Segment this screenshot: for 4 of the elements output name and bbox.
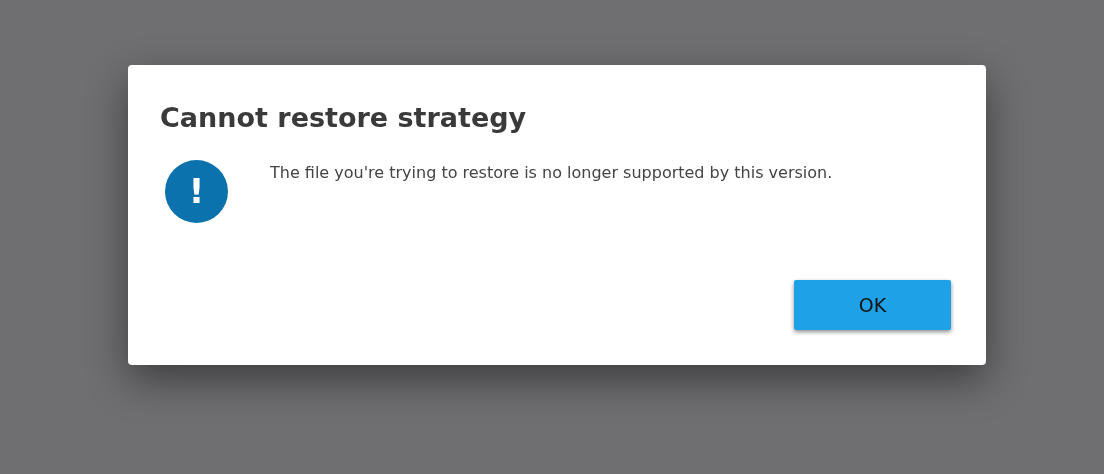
dialog-title: Cannot restore strategy bbox=[160, 101, 528, 135]
warning-icon: ! bbox=[165, 159, 228, 223]
dialog-message: The file you're trying to restore is no longer supported by this version. bbox=[270, 161, 833, 184]
ok-button[interactable]: OK bbox=[794, 280, 951, 330]
